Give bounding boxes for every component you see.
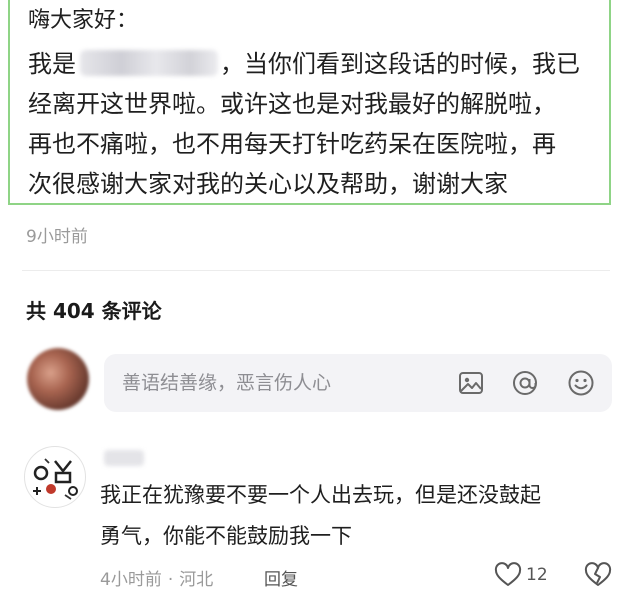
commenter-username-blurred[interactable]	[104, 450, 144, 466]
comment-text-line-2: 勇气，你能不能鼓励我一下	[100, 524, 352, 548]
post-timestamp: 9小时前	[26, 227, 88, 247]
post-line-3: 再也不痛啦，也不用每天打针吃药呆在医院啦，再	[28, 130, 556, 158]
comment-input-bar[interactable]	[104, 354, 612, 412]
post-line-2: 经离开这世界啦。或许这也是对我最好的解脱啦，	[28, 90, 556, 118]
post-content-box: 嗨大家好： 我是 ，当你们看到这段话的时候，我已 经离开这世界啦。或许这也是对我最…	[8, 0, 611, 205]
at-icon[interactable]	[510, 368, 540, 398]
post-line-1: 我是 ，当你们看到这段话的时候，我已	[28, 48, 580, 80]
blurred-username	[80, 50, 218, 76]
comment-timestamp: 4小时前	[100, 570, 162, 590]
like-button[interactable]: 12	[494, 562, 548, 588]
comment-location: 河北	[179, 570, 214, 590]
emoji-icon[interactable]	[566, 368, 596, 398]
like-count: 12	[526, 565, 548, 585]
reply-button[interactable]: 回复	[264, 565, 298, 590]
section-divider	[22, 270, 610, 271]
commenter-avatar[interactable]	[24, 446, 86, 508]
post-line-1-prefix: 我是	[28, 50, 76, 78]
dislike-button[interactable]	[584, 562, 612, 592]
post-greeting: 嗨大家好：	[28, 8, 139, 33]
current-user-avatar[interactable]	[27, 348, 89, 410]
meta-separator: ·	[167, 570, 174, 590]
post-line-1-suffix: ，当你们看到这段话的时候，我已	[220, 50, 580, 78]
post-line-4: 次很感谢大家对我的关心以及帮助，谢谢大家	[28, 170, 508, 198]
comment-input[interactable]	[122, 354, 442, 412]
heart-icon	[494, 562, 522, 586]
broken-heart-icon	[584, 562, 612, 586]
comment-text-line-1: 我正在犹豫要不要一个人出去玩，但是还没鼓起	[100, 483, 541, 507]
comment-count: 共 404 条评论	[26, 299, 162, 323]
comment-meta: 4小时前 · 河北	[100, 565, 219, 590]
image-icon[interactable]	[456, 368, 486, 398]
